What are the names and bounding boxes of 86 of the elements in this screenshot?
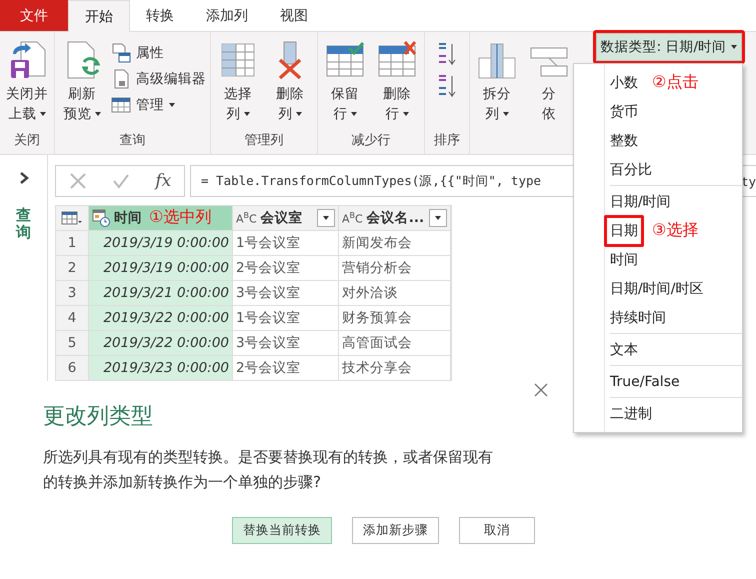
dialog-title: 更改列类型 [43,403,153,431]
table-menu-button[interactable] [56,206,89,231]
ribbon-button[interactable]: 管理 [111,94,206,116]
group-label: 排序 [433,132,461,150]
group-label: 关闭 [13,132,41,150]
chevron-right-icon[interactable] [18,171,30,185]
column-name: 会议室 [260,209,303,227]
table-cell: 1号会议室 [233,231,339,256]
menu-item[interactable]: 小数 [604,66,644,98]
table-icon [61,211,83,225]
table-cell: 高管面试会 [339,331,451,356]
ribbon-tab[interactable]: 转换 [130,0,190,31]
table-cell: 3号会议室 [233,281,339,306]
fx-button[interactable]: fx [155,171,172,191]
table-cell: 2019/3/23 0:00:00 [89,356,233,381]
table-cell: 营销分析会 [339,256,451,281]
column-name: 时间 [114,209,142,227]
data-type-dropdown[interactable]: 数据类型: 日期/时间 [596,33,742,61]
filter-button[interactable] [429,209,447,227]
table-cell: 2019/3/19 0:00:00 [89,256,233,281]
dialog-button[interactable]: 取消 [459,517,535,544]
annotation-text: ①选中列 [149,207,212,228]
menu-item[interactable]: 日期 [604,214,644,246]
menu-item[interactable]: 货币 [604,96,644,128]
table-cell: 2019/3/22 0:00:00 [89,306,233,331]
ribbon-button[interactable]: 刷新 预览 [59,36,105,124]
annotation-text: ③选择 [652,220,698,241]
table-icon [111,95,131,115]
caret-icon [435,216,441,220]
ribbon-tab[interactable]: 开始 [68,0,130,32]
menu-item[interactable]: 二进制 [604,398,658,430]
ribbon-tab[interactable]: 添加列 [190,0,264,31]
column-name: 会议名... [366,209,424,227]
ribbon-button[interactable]: 属性 [111,42,206,64]
column-header[interactable]: A$^{B}$C 会议室 [233,206,339,231]
properties-icon [111,43,131,63]
ribbon-button[interactable]: 删除 列 [267,36,313,124]
table-cell: 1号会议室 [233,306,339,331]
group-label: 管理列 [244,132,284,150]
ribbon-button[interactable]: 分 依 [526,36,572,124]
filter-button[interactable] [317,209,335,227]
text-type-icon: A$^{B}$C [236,210,257,226]
dialog-message: 所选列具有现有的类型转换。是否要替换现有的转换，或者保留现有 的转换并添加新转换作为一个单独的步骤? [43,447,493,493]
column-header[interactable]: A$^{B}$C 会议名... [339,206,451,231]
calendar-clock-icon [92,209,110,227]
caret-icon [323,216,329,220]
row-number: 2 [56,256,89,281]
menu-item[interactable]: 文本 [604,334,644,366]
table-cell: 2019/3/19 0:00:00 [89,231,233,256]
table-cell: 财务预算会 [339,306,451,331]
table-cell: 2019/3/22 0:00:00 [89,331,233,356]
ribbon-button[interactable]: 删除 行 [374,36,420,124]
menu-item[interactable]: True/False [604,366,686,396]
table-cell: 2号会议室 [233,256,339,281]
sort-descending-icon[interactable] [437,74,457,98]
menu-item[interactable]: 日期/时间/时区 [604,272,710,304]
annotation-text: ②点击 [652,72,698,93]
menu-item[interactable]: 时间 [604,244,644,276]
table-cell: 3号会议室 [233,331,339,356]
group-label: 减少行 [350,132,392,150]
table-cell: 对外洽谈 [339,281,451,306]
check-icon[interactable] [112,172,130,190]
group-label: 查询 [118,132,146,150]
row-number: 5 [56,331,89,356]
column-header[interactable]: 时间 ①选中列 [89,206,233,231]
close-icon[interactable] [534,383,548,397]
ribbon-button[interactable]: 高级编辑器 [111,68,206,90]
dialog-button[interactable]: 替换当前转换 [232,517,332,544]
row-number: 4 [56,306,89,331]
table-cell: 2019/3/21 0:00:00 [89,281,233,306]
text-type-icon: A$^{B}$C [342,210,363,226]
sidebar-title: 查询 [16,207,31,240]
ribbon-button[interactable]: 拆分 列 [474,36,520,124]
table-cell: 新闻发布会 [339,231,451,256]
sort-ascending-icon[interactable] [437,42,457,66]
menu-item[interactable]: 整数 [604,124,644,156]
ribbon-tab[interactable]: 文件 [0,0,68,31]
row-number: 3 [56,281,89,306]
row-number: 1 [56,231,89,256]
ribbon-tab[interactable]: 视图 [264,0,324,31]
dialog-button[interactable]: 添加新步骤 [352,517,439,544]
row-number: 6 [56,356,89,381]
ribbon-button[interactable]: 保留 行 [322,36,368,124]
ribbon-button[interactable]: 关闭并 上载 [4,36,50,124]
ribbon-button[interactable]: 选择 列 [215,36,261,124]
menu-item[interactable]: 持续时间 [604,302,672,334]
